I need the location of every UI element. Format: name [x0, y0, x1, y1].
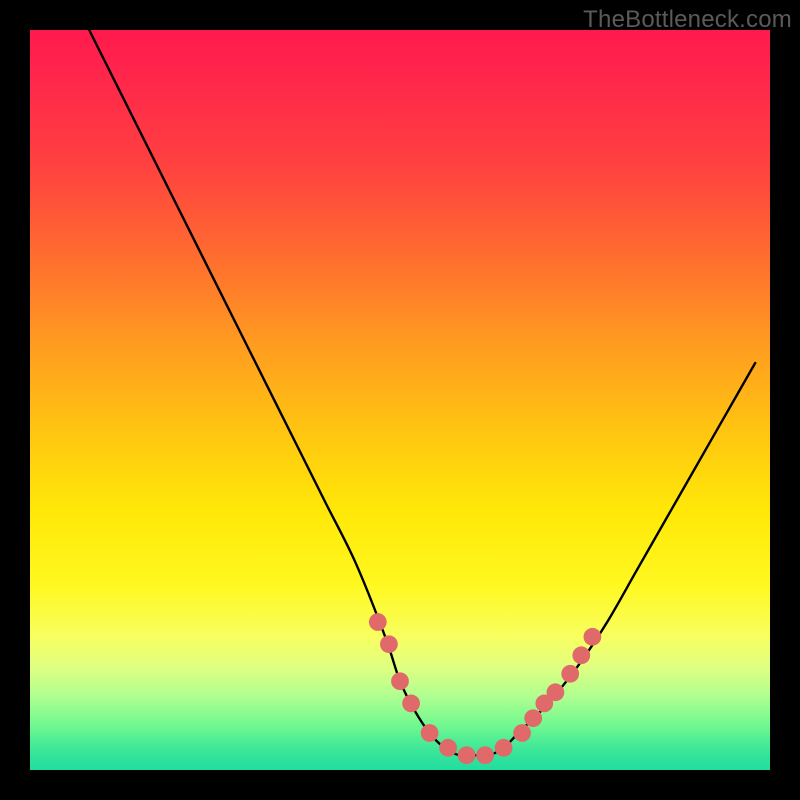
highlight-dot: [458, 746, 476, 764]
highlight-dot: [561, 665, 579, 683]
highlight-dot: [584, 628, 602, 646]
highlight-dot: [547, 683, 565, 701]
highlight-dot: [391, 672, 409, 690]
highlight-dot: [439, 739, 457, 757]
highlight-dot: [524, 709, 542, 727]
highlight-dot: [476, 746, 494, 764]
chart-frame: TheBottleneck.com: [0, 0, 800, 800]
highlight-dot: [421, 724, 439, 742]
highlight-dot: [369, 613, 387, 631]
highlight-dot: [572, 646, 590, 664]
highlight-dot: [402, 695, 420, 713]
plot-area: [30, 30, 770, 770]
bottleneck-curve: [89, 30, 755, 756]
highlight-dot: [380, 635, 398, 653]
watermark-text: TheBottleneck.com: [583, 6, 792, 34]
highlight-dot: [495, 739, 513, 757]
curve-svg: [30, 30, 770, 770]
highlight-dots: [369, 613, 601, 764]
highlight-dot: [513, 724, 531, 742]
